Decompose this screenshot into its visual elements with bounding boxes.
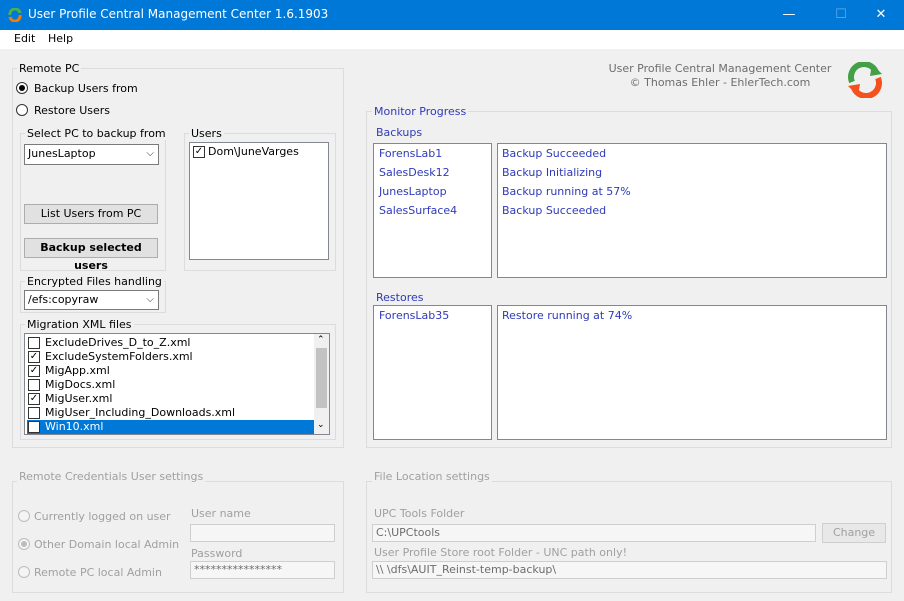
chevron-up-icon[interactable]: ⌃ xyxy=(317,335,325,345)
username-input[interactable] xyxy=(190,524,335,542)
backup-radio-label[interactable]: Backup Users from xyxy=(34,82,138,95)
users-title: Users xyxy=(189,127,224,140)
xml-label: ExcludeSystemFolders.xml xyxy=(45,350,193,363)
refresh-logo-icon xyxy=(848,62,882,98)
username-label: User name xyxy=(191,507,251,520)
pc-select[interactable]: JunesLaptop ⌵ xyxy=(24,144,159,165)
list-item[interactable]: ✓ Dom\JuneVarges xyxy=(192,145,326,159)
list-item[interactable]: SalesDesk12 xyxy=(379,166,450,179)
xml-checkbox[interactable] xyxy=(28,407,40,419)
password-label: Password xyxy=(191,547,243,560)
xml-checkbox[interactable] xyxy=(28,379,40,391)
credentials-option-domain-label[interactable]: Other Domain local Admin xyxy=(34,538,179,551)
list-item[interactable]: JunesLaptop xyxy=(379,185,447,198)
xml-checkbox[interactable]: ✓ xyxy=(28,421,40,433)
backups-status-list[interactable]: Backup Succeeded Backup Initializing Bac… xyxy=(497,143,887,278)
select-pc-title: Select PC to backup from xyxy=(25,127,168,140)
pc-select-value: JunesLaptop xyxy=(28,147,96,160)
about-line1: User Profile Central Management Center xyxy=(608,62,832,75)
xml-checkbox[interactable]: ✓ xyxy=(28,365,40,377)
list-item[interactable]: ✓ MigApp.xml xyxy=(27,364,315,378)
password-value: **************** xyxy=(194,563,282,576)
chevron-down-icon: ⌵ xyxy=(146,294,154,305)
xml-label: MigApp.xml xyxy=(45,364,110,377)
list-item[interactable]: ForensLab1 xyxy=(379,147,442,160)
credentials-option-remote-label[interactable]: Remote PC local Admin xyxy=(34,566,162,579)
menu-edit[interactable]: Edit xyxy=(14,32,35,45)
restore-radio[interactable] xyxy=(16,104,28,116)
backup-radio[interactable] xyxy=(16,82,28,94)
xml-checkbox[interactable]: ✓ xyxy=(28,393,40,405)
user-checkbox[interactable]: ✓ xyxy=(193,146,205,158)
credentials-option-current[interactable] xyxy=(18,510,30,522)
xml-scrollbar[interactable]: ⌃ ⌄ xyxy=(314,334,329,434)
password-input[interactable]: **************** xyxy=(190,561,335,579)
restores-pc-list[interactable]: ForensLab35 xyxy=(373,305,492,440)
restores-status-list[interactable]: Restore running at 74% xyxy=(497,305,887,440)
efs-select-value: /efs:copyraw xyxy=(28,293,99,306)
app-icon xyxy=(8,8,22,22)
list-item[interactable]: Backup Succeeded xyxy=(502,204,606,217)
xml-label: MigDocs.xml xyxy=(45,378,116,391)
scrollbar-thumb[interactable] xyxy=(316,348,327,408)
about-line2: © Thomas Ehler - EhlerTech.com xyxy=(629,76,811,89)
xml-checkbox[interactable] xyxy=(28,337,40,349)
remote-pc-title: Remote PC xyxy=(17,62,82,75)
user-label: Dom\JuneVarges xyxy=(208,145,299,158)
xml-label: MigUser.xml xyxy=(45,392,113,405)
efs-select[interactable]: /efs:copyraw ⌵ xyxy=(24,290,159,310)
credentials-option-current-label[interactable]: Currently logged on user xyxy=(34,510,171,523)
tools-folder-label: UPC Tools Folder xyxy=(374,507,465,520)
users-list[interactable]: ✓ Dom\JuneVarges xyxy=(189,142,329,260)
chevron-down-icon: ⌵ xyxy=(146,148,154,159)
window-title: User Profile Central Management Center 1… xyxy=(28,7,329,21)
file-location-title: File Location settings xyxy=(372,470,492,483)
store-folder-label: User Profile Store root Folder - UNC pat… xyxy=(374,546,627,559)
list-item[interactable]: MigUser_Including_Downloads.xml xyxy=(27,406,315,420)
minimize-button[interactable]: — xyxy=(766,0,812,30)
xml-label: Win10.xml xyxy=(45,420,104,433)
list-item-selected[interactable]: ✓ Win10.xml xyxy=(27,420,315,434)
backup-selected-button[interactable]: Backup selected users xyxy=(24,238,158,272)
tools-folder-input[interactable]: C:\UPCtools xyxy=(372,524,816,542)
list-item[interactable]: SalesSurface4 xyxy=(379,204,457,217)
list-item[interactable]: Backup Initializing xyxy=(502,166,602,179)
xml-title: Migration XML files xyxy=(25,318,134,331)
xml-list[interactable]: ExcludeDrives_D_to_Z.xml ✓ ExcludeSystem… xyxy=(24,333,330,435)
restore-radio-label[interactable]: Restore Users xyxy=(34,104,110,117)
credentials-title: Remote Credentials User settings xyxy=(17,470,206,483)
list-item[interactable]: ✓ MigUser.xml xyxy=(27,392,315,406)
tools-folder-value: C:\UPCtools xyxy=(376,526,441,539)
list-item[interactable]: ExcludeDrives_D_to_Z.xml xyxy=(27,336,315,350)
change-button[interactable]: Change xyxy=(822,523,886,543)
store-folder-input[interactable]: \\ \dfs\AUIT_Reinst-temp-backup\ xyxy=(372,561,887,579)
xml-label: ExcludeDrives_D_to_Z.xml xyxy=(45,336,191,349)
about-text: User Profile Central Management Center ©… xyxy=(600,62,840,90)
list-item[interactable]: Backup running at 57% xyxy=(502,185,631,198)
title-bar: User Profile Central Management Center 1… xyxy=(0,0,904,30)
list-item[interactable]: ForensLab35 xyxy=(379,309,449,322)
credentials-option-remote[interactable] xyxy=(18,566,30,578)
menu-help[interactable]: Help xyxy=(48,32,73,45)
list-item[interactable]: Backup Succeeded xyxy=(502,147,606,160)
list-item[interactable]: Restore running at 74% xyxy=(502,309,632,322)
list-item[interactable]: ✓ ExcludeSystemFolders.xml xyxy=(27,350,315,364)
chevron-down-icon[interactable]: ⌄ xyxy=(317,420,325,430)
store-folder-value: \\ \dfs\AUIT_Reinst-temp-backup\ xyxy=(376,563,557,576)
xml-label: MigUser_Including_Downloads.xml xyxy=(45,406,236,419)
backups-pc-list[interactable]: ForensLab1 SalesDesk12 JunesLaptop Sales… xyxy=(373,143,492,278)
credentials-option-domain[interactable] xyxy=(18,538,30,550)
monitor-title: Monitor Progress xyxy=(372,105,469,118)
restores-title: Restores xyxy=(376,291,424,304)
backups-title: Backups xyxy=(376,126,423,139)
xml-checkbox[interactable]: ✓ xyxy=(28,351,40,363)
efs-title: Encrypted Files handling xyxy=(25,275,164,288)
close-button[interactable]: ✕ xyxy=(858,0,904,30)
list-users-button[interactable]: List Users from PC xyxy=(24,204,158,224)
menu-bar: Edit Help xyxy=(0,30,904,49)
list-item[interactable]: MigDocs.xml xyxy=(27,378,315,392)
